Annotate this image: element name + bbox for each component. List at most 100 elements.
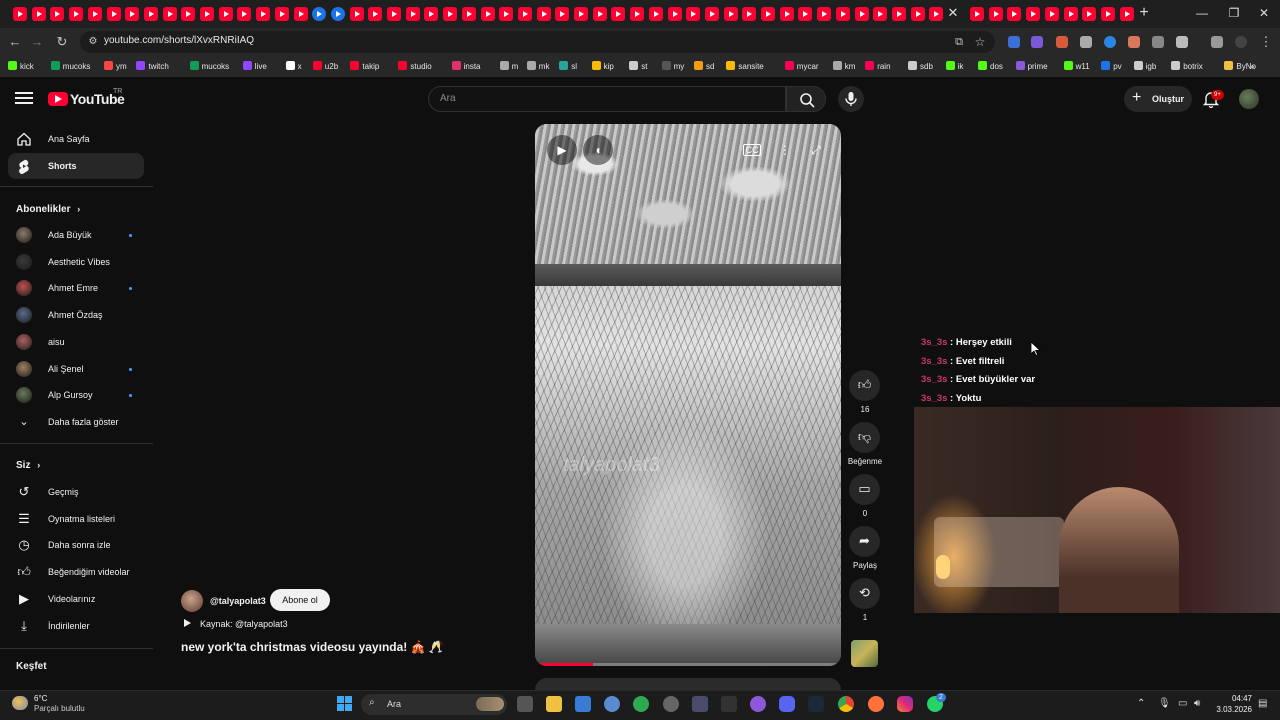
bookmark-item[interactable]: sl	[559, 61, 577, 73]
browser-tab[interactable]	[1082, 7, 1097, 21]
app-icon[interactable]	[750, 696, 766, 712]
browser-tab[interactable]	[256, 7, 271, 21]
browser-tab[interactable]	[611, 7, 626, 21]
browser-tab[interactable]	[929, 7, 944, 21]
browser-tab[interactable]	[31, 7, 46, 21]
weather-icon[interactable]	[12, 696, 28, 710]
shorts-video-player[interactable]: talyapolat3 ▶ ◖ CC ⋮ ⤢	[535, 124, 841, 666]
browser-tab[interactable]	[237, 7, 252, 21]
browser-tab[interactable]	[200, 7, 214, 21]
browser-tab[interactable]	[181, 7, 196, 21]
browser-tab[interactable]	[405, 7, 420, 21]
bookmark-item[interactable]: my	[661, 61, 684, 73]
profile-icon[interactable]	[1235, 36, 1247, 48]
extension-icon[interactable]	[1104, 36, 1116, 48]
new-tab-button[interactable]: +	[1136, 4, 1152, 22]
browser-tab[interactable]	[461, 7, 476, 21]
search-highlight-icon[interactable]	[476, 697, 504, 711]
minimize-icon[interactable]: —	[1188, 3, 1216, 23]
browser-tab[interactable]	[988, 7, 1003, 21]
browser-tab[interactable]	[1007, 7, 1022, 21]
browser-tab[interactable]	[13, 7, 27, 21]
browser-tab[interactable]	[274, 7, 289, 21]
headphones-app-icon[interactable]	[633, 696, 649, 712]
browser-tab[interactable]	[218, 7, 233, 21]
browser-tab[interactable]	[387, 7, 401, 21]
browser-tab[interactable]	[1026, 7, 1041, 21]
app-icon[interactable]	[692, 696, 708, 712]
browser-tab[interactable]	[574, 7, 588, 21]
bookmark-item[interactable]: mucoks	[189, 61, 229, 73]
extension-icon[interactable]	[1056, 36, 1068, 48]
browser-tab[interactable]	[480, 7, 495, 21]
browser-tab[interactable]	[1044, 7, 1059, 21]
subscriptions-header[interactable]: Abonelikler ›	[16, 204, 80, 215]
create-button[interactable]: + Oluştur	[1124, 86, 1192, 112]
bookmark-item[interactable]: takip	[350, 61, 379, 73]
notification-center-icon[interactable]: ▤	[1258, 698, 1267, 709]
browser-tab[interactable]	[1119, 7, 1134, 21]
bookmark-item[interactable]: w11	[1063, 61, 1090, 73]
settings-icon[interactable]	[604, 696, 620, 712]
browser-tab[interactable]	[686, 7, 701, 21]
bookmark-item[interactable]: sdb	[908, 61, 933, 73]
browser-tab[interactable]	[630, 7, 645, 21]
bookmark-item[interactable]: igb	[1133, 61, 1156, 73]
extension-icon[interactable]	[1152, 36, 1164, 48]
bookmark-item[interactable]: kip	[591, 61, 614, 73]
bookmark-item[interactable]: x	[285, 61, 302, 73]
task-view-icon[interactable]	[517, 696, 533, 712]
network-icon[interactable]: ▭	[1178, 698, 1187, 709]
bookmark-item[interactable]: ik	[945, 61, 963, 73]
more-bookmarks-icon[interactable]: »	[1250, 61, 1254, 73]
browser-menu-icon[interactable]: ⋮	[1257, 33, 1275, 51]
browser-tab[interactable]	[910, 7, 925, 21]
obs-icon[interactable]	[663, 696, 679, 712]
bookmark-item[interactable]: km	[832, 61, 855, 73]
browser-tab[interactable]	[873, 7, 888, 21]
bookmark-item[interactable]: st	[629, 61, 647, 73]
browser-tab[interactable]	[349, 7, 364, 21]
bookmark-item[interactable]: sansite	[726, 61, 764, 73]
browser-tab[interactable]	[891, 7, 906, 21]
bookmark-item[interactable]: sd	[694, 61, 714, 73]
browser-tab[interactable]	[1063, 7, 1078, 21]
maximize-icon[interactable]: ❐	[1220, 3, 1248, 23]
firefox-icon[interactable]	[868, 696, 884, 712]
browser-tab[interactable]	[330, 7, 345, 21]
subscribe-button[interactable]: Abone ol	[270, 589, 330, 611]
more-options-icon[interactable]: ⋮	[779, 143, 791, 157]
bookmark-item[interactable]: twitch	[136, 61, 169, 73]
search-input[interactable]	[428, 86, 786, 112]
bookmark-item[interactable]: u2b	[312, 61, 338, 73]
app-icon[interactable]	[721, 696, 737, 712]
browser-tab[interactable]	[817, 7, 832, 21]
clock-time[interactable]: 04:47	[1222, 694, 1252, 703]
tray-overflow-icon[interactable]: ⌃	[1137, 698, 1145, 709]
weather-temperature[interactable]: 6°C	[34, 694, 47, 703]
browser-tab[interactable]	[648, 7, 663, 21]
clock-date[interactable]: 3.03.2026	[1214, 705, 1252, 714]
browser-tab[interactable]	[592, 7, 607, 21]
browser-tab[interactable]	[854, 7, 869, 21]
browser-tab[interactable]	[1100, 7, 1115, 21]
you-header[interactable]: Siz ›	[16, 460, 40, 471]
browser-tab[interactable]	[499, 7, 514, 21]
browser-tab[interactable]	[87, 7, 102, 21]
weather-description[interactable]: Parçalı bulutlu	[34, 704, 85, 713]
reload-icon[interactable]: ↻	[53, 33, 71, 51]
site-info-icon[interactable]: ⚙	[84, 33, 102, 51]
microphone-icon[interactable]: 🎙︎	[1158, 698, 1171, 709]
browser-tab[interactable]	[162, 7, 177, 21]
browser-tab[interactable]	[536, 7, 551, 21]
source-link[interactable]: Kaynak: @talyapolat3	[200, 619, 288, 629]
bookmark-item[interactable]: mycar	[784, 61, 819, 73]
volume-icon[interactable]: 🔊︎	[1194, 698, 1200, 709]
extension-icon[interactable]	[1080, 36, 1092, 48]
back-icon[interactable]: ←	[6, 33, 24, 51]
extension-icon[interactable]	[1128, 36, 1140, 48]
browser-tab[interactable]	[704, 7, 719, 21]
bookmark-item[interactable]: botrix	[1171, 61, 1203, 73]
browser-tab[interactable]	[50, 7, 65, 21]
channel-avatar[interactable]	[181, 590, 203, 612]
